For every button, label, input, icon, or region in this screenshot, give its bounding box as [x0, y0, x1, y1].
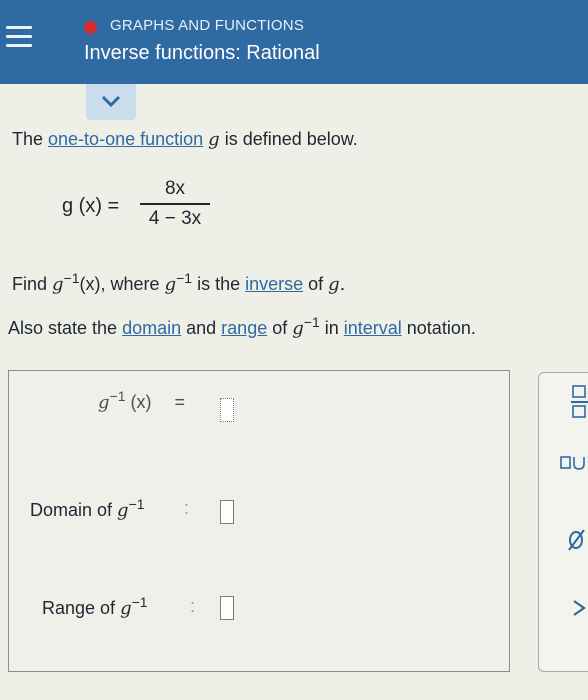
also-notation: notation. [401, 318, 476, 338]
fraction: 8x 4 − 3x [140, 178, 210, 230]
var-g: g [208, 129, 220, 150]
range-link[interactable]: range [221, 318, 267, 338]
var-x: (x) [130, 392, 152, 412]
inverse-expression-label: g−1 (x) = [98, 388, 185, 413]
var-g: g [120, 598, 132, 619]
var-g: g. [328, 274, 346, 295]
page-title: Inverse functions: Rational [84, 42, 320, 64]
var-g: g [52, 274, 64, 295]
inverse-input-field[interactable] [220, 398, 234, 422]
also-of: of [267, 318, 293, 338]
intro-text: The [12, 129, 49, 149]
domain-range-instruction: Also state the domain and range of g−1 i… [8, 314, 476, 339]
topic-label: GRAPHS AND FUNCTIONS [110, 17, 305, 34]
fraction-tool-icon[interactable] [570, 384, 588, 420]
var-g: g [98, 392, 110, 413]
answer-panel [8, 370, 510, 672]
fraction-bar [140, 203, 210, 205]
inverse-superscript: −1 [303, 314, 320, 330]
function-lhs: g (x) = [62, 195, 120, 217]
menu-icon[interactable] [6, 26, 32, 56]
header-bar: GRAPHS AND FUNCTIONS Inverse functions: … [0, 0, 588, 84]
inverse-superscript: −1 [128, 496, 145, 512]
find-is: is the [192, 274, 246, 294]
range-text: Range of [42, 598, 121, 618]
denominator: 4 − 3x [148, 208, 202, 229]
also-in: in [319, 318, 344, 338]
empty-set-tool-icon[interactable] [566, 528, 588, 552]
inverse-superscript: −1 [131, 594, 148, 610]
range-label: Range of g−1 [42, 594, 148, 619]
equals-sign: = [174, 392, 186, 412]
find-instruction: Find g−1(x), where g−1 is the inverse of… [12, 270, 345, 295]
domain-text: Domain of [30, 500, 118, 520]
problem-intro: The one-to-one function g is defined bel… [12, 129, 358, 150]
domain-label: Domain of g−1 [30, 496, 145, 521]
domain-input-field[interactable] [220, 500, 234, 524]
inverse-superscript: −1 [176, 270, 193, 286]
inverse-superscript: −1 [109, 388, 126, 404]
chevron-right-icon[interactable] [570, 598, 588, 618]
one-to-one-function-link[interactable]: one-to-one function [48, 129, 203, 149]
var-g: g [292, 318, 304, 339]
numerator: 8x [164, 178, 186, 199]
topic-status-dot [84, 21, 97, 34]
chevron-down-icon [101, 95, 121, 108]
interval-link[interactable]: interval [344, 318, 402, 338]
find-mid: (x), where [79, 274, 165, 294]
also-and: and [181, 318, 222, 338]
intro-suffix: is defined below. [219, 129, 358, 149]
find-of: of [303, 274, 329, 294]
domain-link[interactable]: domain [122, 318, 181, 338]
var-g: g [117, 500, 129, 521]
collapse-button[interactable] [86, 84, 136, 120]
inverse-superscript: −1 [63, 270, 80, 286]
inverse-link[interactable]: inverse [245, 274, 303, 294]
union-tool-icon[interactable] [560, 454, 588, 472]
also-text: Also state the [8, 318, 123, 338]
var-g: g [164, 274, 177, 295]
range-input-field[interactable] [220, 596, 234, 620]
domain-colon: : [184, 498, 190, 518]
range-colon: : [190, 596, 196, 616]
find-text: Find [12, 274, 53, 294]
